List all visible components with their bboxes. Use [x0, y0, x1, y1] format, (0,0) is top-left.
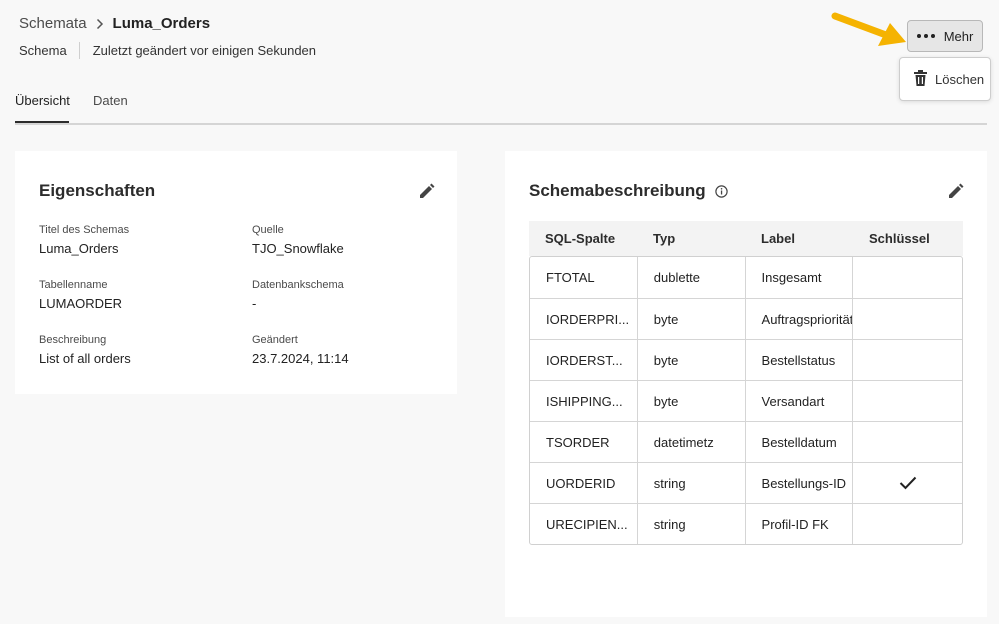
- tab-overview[interactable]: Übersicht: [15, 93, 70, 108]
- property-db-schema: Datenbankschema -: [252, 279, 344, 311]
- divider: [78, 42, 80, 59]
- more-actions-button[interactable]: Mehr: [907, 20, 983, 52]
- sql-column-cell: UORDERID: [530, 463, 638, 503]
- chevron-right-icon: [96, 18, 105, 30]
- table-row[interactable]: TSORDER datetimetz Bestelldatum: [530, 421, 962, 462]
- table-row[interactable]: ISHIPPING... byte Versandart: [530, 380, 962, 421]
- pencil-icon: [948, 183, 963, 198]
- property-label: Geändert: [252, 334, 298, 346]
- sql-column-cell: FTOTAL: [530, 257, 638, 298]
- sql-column-cell: IORDERPRI...: [530, 299, 638, 339]
- pencil-icon: [419, 183, 434, 198]
- property-source: Quelle TJO_Snowflake: [252, 224, 344, 256]
- column-header-key[interactable]: Schlüssel: [853, 231, 961, 246]
- schema-subtitle: Schema Zuletzt geändert vor einigen Seku…: [19, 42, 316, 59]
- object-type-label: Schema: [19, 43, 67, 58]
- properties-card: Eigenschaften Titel des Schemas Luma_Ord…: [15, 151, 457, 394]
- label-cell: Bestellstatus: [746, 340, 854, 380]
- type-cell: string: [638, 504, 746, 544]
- label-cell: Insgesamt: [746, 257, 854, 298]
- property-label: Datenbankschema: [252, 279, 344, 291]
- label-cell: Versandart: [746, 381, 854, 421]
- property-label: Quelle: [252, 224, 284, 236]
- tab-data[interactable]: Daten: [93, 93, 128, 108]
- type-cell: string: [638, 463, 746, 503]
- checkmark-icon: [899, 476, 916, 490]
- table-header: SQL-Spalte Typ Label Schlüssel: [529, 221, 963, 256]
- schema-heading: Schemabeschreibung: [529, 181, 728, 201]
- property-value: LUMAORDER: [39, 296, 123, 311]
- key-cell: [853, 381, 962, 421]
- info-icon[interactable]: [714, 184, 728, 198]
- sql-column-cell: IORDERST...: [530, 340, 638, 380]
- key-cell: [853, 257, 962, 298]
- property-modified: Geändert 23.7.2024, 11:14: [252, 334, 349, 366]
- sql-column-cell: ISHIPPING...: [530, 381, 638, 421]
- last-modified-text: Zuletzt geändert vor einigen Sekunden: [92, 43, 317, 58]
- label-cell: Bestellungs-ID: [746, 463, 854, 503]
- page-title: Luma_Orders: [112, 15, 211, 32]
- table-row[interactable]: IORDERST... byte Bestellstatus: [530, 339, 962, 380]
- column-header-type[interactable]: Typ: [637, 231, 745, 246]
- more-icon: [916, 34, 935, 38]
- property-description: Beschreibung List of all orders: [39, 334, 131, 366]
- property-label: Titel des Schemas: [39, 224, 130, 236]
- table-row[interactable]: UORDERID string Bestellungs-ID: [530, 462, 962, 503]
- property-label: Beschreibung: [39, 334, 107, 346]
- schema-description-card: Schemabeschreibung SQL-Spalte Typ Label …: [505, 151, 987, 617]
- property-value: Luma_Orders: [39, 241, 119, 256]
- property-label: Tabellenname: [39, 279, 108, 291]
- properties-title: Eigenschaften: [39, 181, 156, 200]
- key-cell: [853, 463, 962, 503]
- sql-column-cell: URECIPIEN...: [530, 504, 638, 544]
- property-value: List of all orders: [39, 351, 131, 366]
- trash-icon: [913, 69, 928, 89]
- key-cell: [853, 340, 962, 380]
- key-cell: [853, 504, 962, 544]
- column-header-label[interactable]: Label: [745, 231, 853, 246]
- table-body: FTOTAL dublette Insgesamt IORDERPRI... byte A…: [529, 256, 963, 545]
- breadcrumb-schemata-link[interactable]: Schemata: [19, 15, 87, 32]
- delete-label: Löschen: [935, 71, 985, 87]
- edit-properties-button[interactable]: [416, 181, 436, 201]
- label-cell: Auftragspriorität: [746, 299, 854, 339]
- table-row[interactable]: IORDERPRI... byte Auftragspriorität: [530, 298, 962, 339]
- property-schema-title: Titel des Schemas Luma_Orders: [39, 224, 129, 256]
- type-cell: datetimetz: [638, 422, 746, 462]
- property-value: TJO_Snowflake: [252, 241, 344, 256]
- breadcrumb: Schemata Luma_Orders: [19, 15, 210, 32]
- label-cell: Bestelldatum: [746, 422, 854, 462]
- key-cell: [853, 422, 962, 462]
- column-header-sql[interactable]: SQL-Spalte: [529, 231, 637, 246]
- tab-bar: Übersicht Daten: [15, 88, 987, 125]
- property-value: 23.7.2024, 11:14: [252, 351, 349, 366]
- type-cell: dublette: [638, 257, 746, 298]
- type-cell: byte: [638, 340, 746, 380]
- type-cell: byte: [638, 299, 746, 339]
- more-button-label: Mehr: [943, 28, 974, 44]
- property-table-name: Tabellenname LUMAORDER: [39, 279, 122, 311]
- arrow-annotation-icon: [831, 12, 906, 46]
- table-row[interactable]: FTOTAL dublette Insgesamt: [530, 257, 962, 298]
- properties-heading: Eigenschaften: [39, 181, 155, 201]
- schema-title: Schemabeschreibung: [529, 181, 706, 200]
- type-cell: byte: [638, 381, 746, 421]
- edit-schema-button[interactable]: [945, 181, 965, 201]
- schema-table: SQL-Spalte Typ Label Schlüssel FTOTAL dub…: [529, 221, 963, 545]
- label-cell: Profil-ID FK: [746, 504, 854, 544]
- key-cell: [853, 299, 962, 339]
- table-row[interactable]: URECIPIEN... string Profil-ID FK: [530, 503, 962, 544]
- sql-column-cell: TSORDER: [530, 422, 638, 462]
- property-value: -: [252, 296, 257, 311]
- active-tab-indicator: [15, 121, 69, 123]
